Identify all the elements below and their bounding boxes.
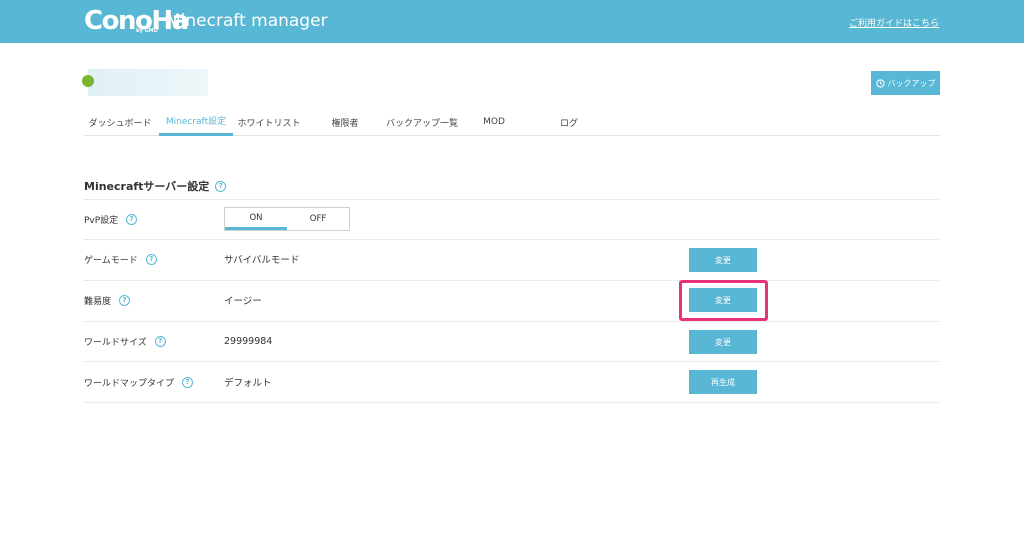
game-mode-value: サバイバルモード bbox=[224, 255, 300, 266]
difficulty-value: イージー bbox=[224, 296, 262, 307]
pvp-label-text: PvP設定 bbox=[84, 215, 119, 226]
world-map-regenerate-button[interactable]: 再生成 bbox=[689, 370, 757, 394]
divider bbox=[84, 239, 940, 240]
highlight-box bbox=[679, 280, 768, 321]
pvp-label: PvP設定 ? bbox=[84, 212, 138, 226]
difficulty-label-text: 難易度 bbox=[84, 296, 112, 307]
tab-dashboard[interactable]: ダッシュボード bbox=[84, 108, 156, 136]
tab-whitelist[interactable]: ホワイトリスト bbox=[234, 108, 304, 136]
game-mode-change-button[interactable]: 変更 bbox=[689, 248, 757, 272]
app-title: Minecraft manager bbox=[166, 11, 328, 31]
world-size-label-text: ワールドサイズ bbox=[84, 337, 147, 348]
section-title: Minecraftサーバー設定 ? bbox=[84, 178, 227, 194]
tab-mod[interactable]: MOD bbox=[479, 108, 509, 136]
help-icon[interactable]: ? bbox=[215, 180, 227, 192]
tab-bar: ダッシュボード Minecraft設定 ホワイトリスト 権限者 バックアップ一覧… bbox=[84, 108, 940, 136]
tab-operators[interactable]: 権限者 bbox=[322, 108, 368, 136]
divider bbox=[84, 402, 940, 403]
backup-icon bbox=[875, 78, 885, 88]
world-map-type-value: デフォルト bbox=[224, 378, 272, 389]
backup-label: バックアップ bbox=[887, 78, 936, 88]
help-icon[interactable]: ? bbox=[154, 335, 166, 347]
guide-link[interactable]: ご利用ガイドはこちら bbox=[849, 16, 939, 29]
server-name bbox=[88, 69, 208, 96]
world-map-type-label-text: ワールドマップタイプ bbox=[84, 378, 175, 389]
game-mode-label-text: ゲームモード bbox=[84, 255, 138, 266]
pvp-toggle: ON OFF bbox=[224, 207, 350, 231]
tab-log[interactable]: ログ bbox=[556, 108, 582, 136]
help-icon[interactable]: ? bbox=[145, 253, 157, 265]
tab-minecraft-settings[interactable]: Minecraft設定 bbox=[159, 108, 233, 136]
help-icon[interactable]: ? bbox=[126, 213, 138, 225]
world-size-change-button[interactable]: 変更 bbox=[689, 330, 757, 354]
pvp-on-option[interactable]: ON bbox=[225, 208, 287, 230]
logo-sub: by GMO bbox=[136, 28, 158, 34]
divider bbox=[84, 280, 940, 281]
top-header: ConoHa by GMO Minecraft manager ご利用ガイドはこ… bbox=[0, 0, 1024, 43]
world-size-label: ワールドサイズ ? bbox=[84, 334, 166, 348]
help-icon[interactable]: ? bbox=[119, 294, 131, 306]
world-map-type-label: ワールドマップタイプ ? bbox=[84, 375, 194, 389]
pvp-off-option[interactable]: OFF bbox=[287, 208, 349, 230]
section-title-text: Minecraftサーバー設定 bbox=[84, 180, 210, 193]
help-icon[interactable]: ? bbox=[182, 376, 194, 388]
divider bbox=[84, 199, 940, 200]
divider bbox=[84, 361, 940, 362]
tab-backup-list[interactable]: バックアップ一覧 bbox=[384, 108, 460, 136]
world-size-value: 29999984 bbox=[224, 335, 273, 347]
backup-button[interactable]: バックアップ bbox=[871, 71, 940, 95]
divider bbox=[84, 321, 940, 322]
game-mode-label: ゲームモード ? bbox=[84, 252, 157, 266]
difficulty-label: 難易度 ? bbox=[84, 293, 131, 307]
server-status-icon bbox=[82, 75, 94, 87]
